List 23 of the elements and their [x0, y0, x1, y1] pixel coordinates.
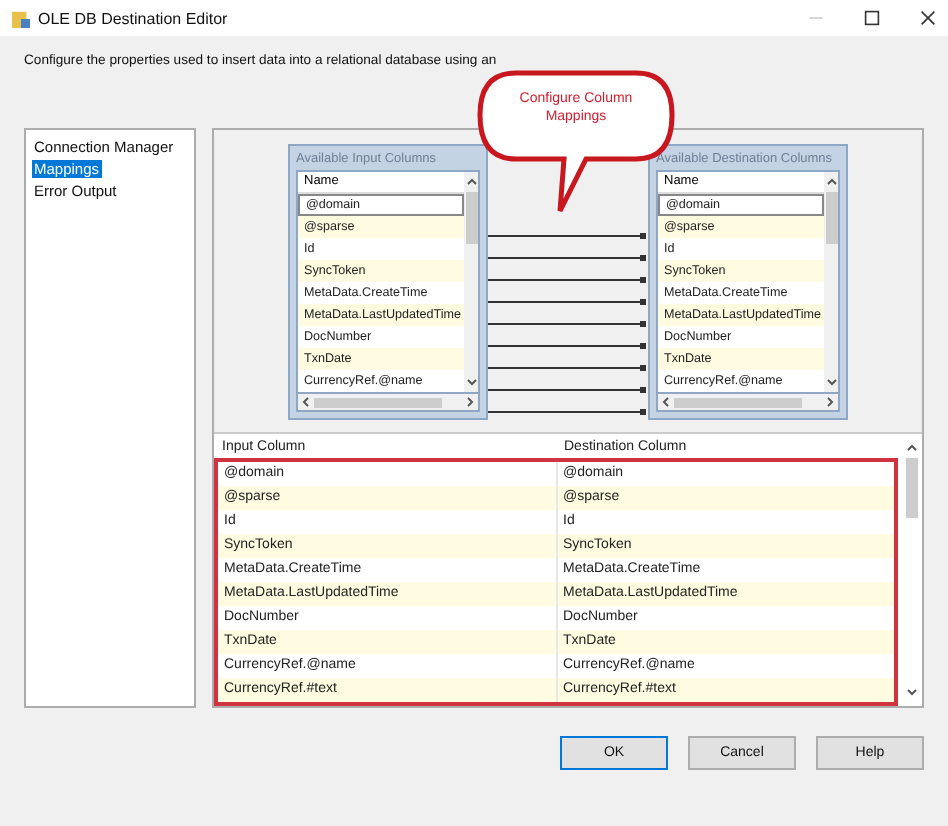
- scroll-thumb[interactable]: [314, 397, 442, 407]
- maximize-icon[interactable]: [864, 10, 880, 26]
- scroll-down-icon[interactable]: [465, 376, 477, 388]
- app-icon: [12, 9, 30, 27]
- scrollbar[interactable]: [296, 394, 480, 412]
- close-icon[interactable]: [920, 10, 936, 26]
- scroll-up-icon[interactable]: [825, 176, 837, 188]
- scroll-left-icon[interactable]: [660, 396, 672, 408]
- scroll-thumb[interactable]: [905, 458, 917, 518]
- scroll-right-icon[interactable]: [464, 396, 476, 408]
- scroll-right-icon[interactable]: [824, 396, 836, 408]
- scrollbar[interactable]: [656, 394, 840, 412]
- scroll-left-icon[interactable]: [300, 396, 312, 408]
- scroll-thumb[interactable]: [674, 397, 802, 407]
- scroll-down-icon[interactable]: [825, 376, 837, 388]
- window-title: OLE DB Destination Editor: [38, 9, 228, 27]
- scroll-thumb[interactable]: [825, 192, 837, 244]
- scrollbar[interactable]: [464, 172, 478, 392]
- scroll-thumb[interactable]: [465, 192, 477, 244]
- scroll-down-icon[interactable]: [905, 686, 917, 698]
- scrollbar[interactable]: [824, 172, 838, 392]
- scroll-up-icon[interactable]: [905, 442, 917, 454]
- scroll-up-icon[interactable]: [465, 176, 477, 188]
